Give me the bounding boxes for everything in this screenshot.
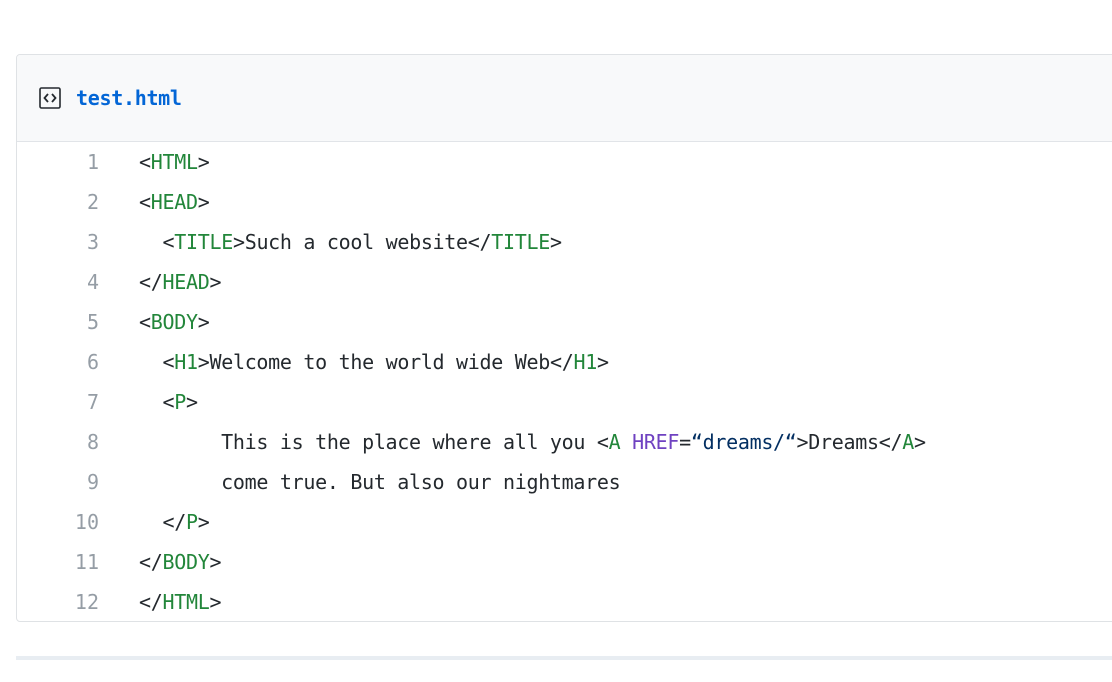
code-token-punc: < [139,310,151,334]
code-line: 10 </P> [17,502,1112,542]
code-token-punc: > [197,150,210,174]
code-table: 1 <HTML> 2 <HEAD> 3 <TITLE>Such a cool websi… [17,142,1112,622]
line-number[interactable]: 11 [17,550,99,574]
code-token-tag: A [608,430,621,454]
code-token-punc: < [162,230,175,254]
code-token-punc: > [232,230,245,254]
bottom-divider [16,656,1112,660]
code-token-punc: > [209,590,222,614]
code-token-tag: P [174,390,186,414]
file-code-icon [39,87,61,109]
code-line: 2 <HEAD> [17,182,1112,222]
code-token-tag: HTML [162,590,210,614]
code-token-punc: < [162,350,175,374]
code-token-punc: > [185,390,198,414]
code-token-punc: </ [162,510,186,534]
code-line: 12 </HTML> [17,582,1112,622]
line-code: <P> [99,390,198,414]
code-token-punc: > [596,350,609,374]
code-line: 7 <P> [17,382,1112,422]
code-token-tag: H1 [573,350,597,374]
line-number[interactable]: 5 [17,310,99,334]
line-number[interactable]: 3 [17,230,99,254]
code-token-punc: > [197,350,210,374]
line-code: <HEAD> [99,190,210,214]
file-name-link[interactable]: test.html [76,86,182,110]
code-line: 6 <H1>Welcome to the world wide Web</H1> [17,342,1112,382]
line-number[interactable]: 2 [17,190,99,214]
code-token-punc: > [197,310,210,334]
code-token-punc: </ [878,430,903,454]
code-token-tag: P [185,510,198,534]
line-number[interactable]: 12 [17,590,99,614]
code-token-punc: < [139,150,151,174]
code-token-punc: </ [549,350,574,374]
code-token-text: Dreams [808,430,879,454]
code-token-punc: = [679,430,691,454]
file-container: test.html 1 <HTML> 2 <HEAD> 3 <TITLE>Such a … [16,54,1112,622]
code-token-text: Welcome to the world wide Web [209,350,550,374]
code-token-punc: > [550,230,562,254]
code-line: 4 </HEAD> [17,262,1112,302]
page: test.html 1 <HTML> 2 <HEAD> 3 <TITLE>Such a … [0,0,1112,682]
code-token-tag: HEAD [162,270,210,294]
code-line: 8 This is the place where all you <A HRE… [17,422,1112,462]
line-code: This is the place where all you <A HREF=… [99,430,926,454]
code-token-punc: < [162,390,175,414]
code-line: 1 <HTML> [17,142,1112,182]
code-token-str: “dreams/“ [690,430,797,454]
code-token-punc: > [209,270,222,294]
code-token-tag: BODY [162,550,210,574]
code-token-punc: > [197,190,210,214]
code-token-punc: > [913,430,926,454]
line-number[interactable]: 8 [17,430,99,454]
code-token-punc: </ [139,270,163,294]
code-line: 11 </BODY> [17,542,1112,582]
line-number[interactable]: 7 [17,390,99,414]
line-number[interactable]: 1 [17,150,99,174]
line-code: <BODY> [99,310,210,334]
line-code: <H1>Welcome to the world wide Web</H1> [99,350,609,374]
code-token-attr: HREF [632,430,680,454]
code-token-text: This is the place where all you [139,430,597,454]
code-token-tag: TITLE [491,230,550,254]
line-number[interactable]: 4 [17,270,99,294]
code-token-punc: </ [139,550,163,574]
code-token-punc: < [596,430,609,454]
line-code: </HTML> [99,590,221,614]
line-code: come true. But also our nightmares [99,470,621,494]
file-header: test.html [17,55,1112,142]
code-line: 5 <BODY> [17,302,1112,342]
code-token-punc: > [796,430,809,454]
code-token-punc: > [209,550,222,574]
code-token-text: come true. But also our nightmares [139,470,621,494]
code-token-tag: A [902,430,914,454]
code-token-tag: H1 [174,350,198,374]
line-code: <TITLE>Such a cool website</TITLE> [99,230,562,254]
code-token-punc: </ [139,590,163,614]
code-token-tag: BODY [150,310,198,334]
code-token-text: Such a cool website [244,230,468,254]
code-line: 9 come true. But also our nightmares [17,462,1112,502]
line-code: </P> [99,510,209,534]
line-number[interactable]: 10 [17,510,99,534]
line-code: <HTML> [99,150,210,174]
code-token-tag: HEAD [150,190,198,214]
code-token-punc: < [139,190,151,214]
code-token-punc: </ [467,230,492,254]
line-code: </BODY> [99,550,221,574]
code-token-tag: HTML [150,150,198,174]
line-code: </HEAD> [99,270,221,294]
line-number[interactable]: 9 [17,470,99,494]
code-token-punc: > [197,510,210,534]
line-number[interactable]: 6 [17,350,99,374]
code-token-tag: TITLE [174,230,233,254]
code-line: 3 <TITLE>Such a cool website</TITLE> [17,222,1112,262]
